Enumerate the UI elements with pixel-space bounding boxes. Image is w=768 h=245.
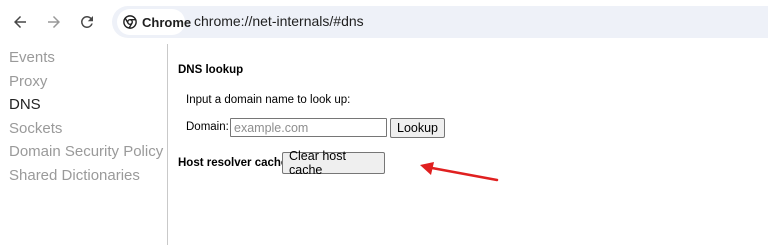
sidebar-item-proxy[interactable]: Proxy bbox=[9, 73, 47, 90]
host-resolver-cache-label: Host resolver cache bbox=[178, 157, 288, 169]
browser-window: Chrome chrome://net-internals/#dns Event… bbox=[0, 0, 768, 245]
back-button[interactable] bbox=[6, 8, 34, 36]
lookup-instruction: Input a domain name to look up: bbox=[186, 94, 351, 106]
address-bar[interactable]: Chrome chrome://net-internals/#dns bbox=[112, 6, 768, 38]
domain-label: Domain: bbox=[186, 121, 229, 133]
clear-host-cache-button[interactable]: Clear host cache bbox=[282, 149, 385, 177]
domain-input[interactable] bbox=[230, 118, 387, 137]
arrow-right-icon bbox=[48, 16, 60, 28]
sidebar-item-shared-dictionaries[interactable]: Shared Dictionaries bbox=[9, 167, 140, 184]
sidebar-item-domain-security-policy[interactable]: Domain Security Policy bbox=[9, 143, 163, 160]
lookup-button[interactable]: Lookup bbox=[390, 118, 445, 138]
arrow-left-icon bbox=[14, 16, 26, 28]
section-title: DNS lookup bbox=[178, 64, 244, 76]
sidebar-nav: Events Proxy DNS Sockets Domain Security… bbox=[0, 44, 168, 245]
url-text[interactable]: chrome://net-internals/#dns bbox=[194, 13, 364, 29]
browser-toolbar: Chrome chrome://net-internals/#dns bbox=[0, 0, 768, 44]
chrome-logo-icon bbox=[123, 15, 137, 29]
forward-button[interactable] bbox=[40, 8, 68, 36]
sidebar-item-dns[interactable]: DNS bbox=[9, 96, 41, 113]
reload-icon bbox=[81, 16, 93, 28]
sidebar-item-sockets[interactable]: Sockets bbox=[9, 120, 62, 137]
site-info-chip[interactable]: Chrome bbox=[117, 9, 191, 35]
dns-panel: DNS lookup Input a domain name to look u… bbox=[168, 44, 768, 245]
sidebar-item-events[interactable]: Events bbox=[9, 49, 55, 66]
reload-button[interactable] bbox=[73, 8, 101, 36]
chip-label: Chrome bbox=[142, 14, 192, 30]
